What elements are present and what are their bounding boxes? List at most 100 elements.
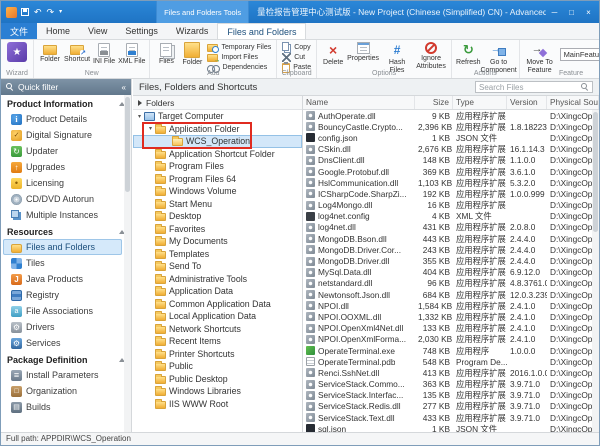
column-header[interactable]: Physical Source (547, 96, 599, 109)
sidebar-scrollbar[interactable] (124, 95, 131, 432)
file-menu-tab[interactable]: 文件 (1, 23, 37, 39)
column-header[interactable]: Version (507, 96, 547, 109)
tree-item[interactable]: Local Application Data (133, 310, 302, 323)
sidebar-item-builds[interactable]: Builds (3, 399, 122, 415)
tree-item[interactable]: Application Shortcut Folder (133, 148, 302, 161)
file-row[interactable]: log4net.config 4 KB XML 文件 D:\XingcOpe..… (303, 211, 592, 222)
file-row[interactable]: sql.json 1 KB JSON 文件 D:\XingcOpe... (303, 423, 592, 432)
sidebar-item-organization[interactable]: Organization (3, 383, 122, 399)
temporary-files-button[interactable]: Temporary Files (205, 43, 273, 52)
file-row[interactable]: MongoDB.Driver.Cor... 243 KB 应用程序扩展 2.4.… (303, 244, 592, 255)
file-row[interactable]: OperateTerminal.exe 748 KB 应用程序 1.0.0.0 … (303, 345, 592, 356)
sidebar-item-java-products[interactable]: Java Products (3, 271, 122, 287)
column-header[interactable]: Size (415, 96, 453, 109)
add-folder-button[interactable]: Folder (179, 41, 205, 68)
file-row[interactable]: ServiceStack.Interfac... 135 KB 应用程序扩展 3… (303, 390, 592, 401)
file-row[interactable]: ServiceStack.Commo... 363 KB 应用程序扩展 3.9.… (303, 379, 592, 390)
tree-item[interactable]: Public (133, 360, 302, 373)
folders-panel-header[interactable]: Folders (133, 96, 302, 110)
file-row[interactable]: Log4Mongo.dll 16 KB 应用程序扩展 D:\XingcOpe..… (303, 200, 592, 211)
file-row[interactable]: MySql.Data.dll 404 KB 应用程序扩展 6.9.12.0 D:… (303, 267, 592, 278)
file-row[interactable]: log4net.dll 431 KB 应用程序扩展 2.0.8.0 D:\Xin… (303, 222, 592, 233)
file-row[interactable]: ServiceStack.Text.dll 433 KB 应用程序扩展 3.9.… (303, 412, 592, 423)
save-icon[interactable] (21, 8, 29, 16)
column-header[interactable]: Type (453, 96, 507, 109)
sidebar-item-licensing[interactable]: Licensing (3, 175, 122, 191)
file-row[interactable]: Renci.SshNet.dll 413 KB 应用程序扩展 2016.1.0.… (303, 367, 592, 378)
sidebar-item-product-details[interactable]: Product Details (3, 111, 122, 127)
new-folder-button[interactable]: Folder (37, 41, 63, 65)
redo-icon[interactable]: ↷ (47, 8, 55, 17)
minimize-button[interactable]: ─ (546, 5, 563, 19)
shortcut-wizard-button[interactable] (4, 41, 30, 64)
tab-settings[interactable]: Settings (116, 23, 167, 39)
quick-access-caret-icon[interactable]: ▾ (59, 8, 62, 17)
feature-combo[interactable]: MainFeature ▾ (560, 48, 599, 61)
section-header-product-information[interactable]: Product Information (1, 95, 131, 111)
sidebar-item-install-parameters[interactable]: Install Parameters (3, 367, 122, 383)
maximize-button[interactable]: □ (563, 5, 580, 19)
tab-files-and-folders[interactable]: Files and Folders (217, 23, 306, 39)
file-row[interactable]: ICSharpCode.SharpZi... 192 KB 应用程序扩展 1.0… (303, 188, 592, 199)
sidebar-item-registry[interactable]: Registry (3, 287, 122, 303)
tree-item[interactable]: Network Shortcuts (133, 323, 302, 336)
new-shortcut-button[interactable]: Shortcut (63, 41, 91, 65)
tree-item[interactable]: My Documents (133, 235, 302, 248)
tree-item[interactable]: Printer Shortcuts (133, 348, 302, 361)
file-row[interactable]: netstandard.dll 96 KB 应用程序扩展 4.8.3761.0 … (303, 278, 592, 289)
tree-item[interactable]: Application Data (133, 285, 302, 298)
sidebar-item-upgrades[interactable]: Upgrades (3, 159, 122, 175)
section-header-package-definition[interactable]: Package Definition (1, 351, 131, 367)
quick-filter-bar[interactable]: Quick filter « (1, 79, 131, 95)
tab-wizards[interactable]: Wizards (167, 23, 218, 39)
file-list-scrollbar[interactable] (592, 110, 599, 432)
delete-button[interactable]: Delete (320, 41, 346, 68)
sidebar-scrollbar-thumb[interactable] (125, 97, 130, 192)
file-row[interactable]: ServiceStack.Redis.dll 277 KB 应用程序扩展 3.9… (303, 401, 592, 412)
section-header-resources[interactable]: Resources (1, 223, 131, 239)
refresh-button[interactable]: Refresh (455, 41, 482, 68)
import-files-button[interactable]: Import Files (205, 53, 273, 62)
sidebar-item-multiple-instances[interactable]: Multiple Instances (3, 207, 122, 223)
file-row[interactable]: Newtonsoft.Json.dll 684 KB 应用程序扩展 12.0.3… (303, 289, 592, 300)
properties-button[interactable]: Properties (346, 41, 380, 64)
file-row[interactable]: NPOI.dll 1,584 KB 应用程序扩展 2.4.1.0 D:\Xing… (303, 300, 592, 311)
tree-item[interactable]: Favorites (133, 223, 302, 236)
tab-view[interactable]: View (79, 23, 116, 39)
undo-icon[interactable]: ↶ (34, 8, 42, 17)
add-files-button[interactable]: Files (153, 41, 179, 67)
sidebar-item-file-associations[interactable]: File Associations (3, 303, 122, 319)
sidebar-item-files-and-folders[interactable]: Files and Folders (3, 239, 122, 255)
file-row[interactable]: MongoDB.Bson.dll 443 KB 应用程序扩展 2.4.4.0 D… (303, 233, 592, 244)
file-row[interactable]: AuthOperate.dll 9 KB 应用程序扩展 D:\XingcOpe.… (303, 110, 592, 121)
tree-item[interactable]: Program Files 64 (133, 173, 302, 186)
tree-item[interactable]: Start Menu (133, 198, 302, 211)
search-files-input[interactable] (479, 82, 578, 92)
copy-button[interactable]: Copy (280, 43, 313, 52)
tree-item[interactable]: ▾ Target Computer (133, 110, 302, 123)
tab-home[interactable]: Home (37, 23, 79, 39)
file-row[interactable]: NPOI.OOXML.dll 1,332 KB 应用程序扩展 2.4.1.0 D… (303, 311, 592, 322)
tree-item[interactable]: Send To (133, 260, 302, 273)
column-header[interactable]: Name (303, 96, 415, 109)
file-list-scrollbar-thumb[interactable] (593, 112, 598, 232)
search-files-box[interactable] (475, 81, 593, 93)
sidebar-item-updater[interactable]: Updater (3, 143, 122, 159)
tree-expand-icon[interactable]: ▾ (135, 113, 144, 120)
file-row[interactable]: NPOI.OpenXmlForma... 2,030 KB 应用程序扩展 2.4… (303, 334, 592, 345)
close-button[interactable]: × (580, 5, 597, 19)
sidebar-item-digital-signature[interactable]: Digital Signature (3, 127, 122, 143)
sidebar-item-tiles[interactable]: Tiles (3, 255, 122, 271)
file-row[interactable]: DnsClient.dll 148 KB 应用程序扩展 1.1.0.0 D:\X… (303, 155, 592, 166)
tree-item[interactable]: Common Application Data (133, 298, 302, 311)
tree-item[interactable]: Desktop (133, 210, 302, 223)
file-row[interactable]: config.json 1 KB JSON 文件 D:\XingcOpe... (303, 132, 592, 143)
folders-collapse-icon[interactable] (138, 100, 142, 106)
collapse-sidebar-icon[interactable]: « (122, 83, 126, 92)
file-row[interactable]: CSkin.dll 2,676 KB 应用程序扩展 16.1.14.3 D:\X… (303, 144, 592, 155)
file-row[interactable]: HslCommunication.dll 1,103 KB 应用程序扩展 5.3… (303, 177, 592, 188)
ignore-attributes-button[interactable]: Ignore Attributes (414, 41, 448, 71)
file-row[interactable]: BouncyCastle.Crypto... 2,396 KB 应用程序扩展 1… (303, 121, 592, 132)
file-row[interactable]: Google.Protobuf.dll 369 KB 应用程序扩展 3.6.1.… (303, 166, 592, 177)
new-xml-file-button[interactable]: XML File (117, 41, 146, 67)
